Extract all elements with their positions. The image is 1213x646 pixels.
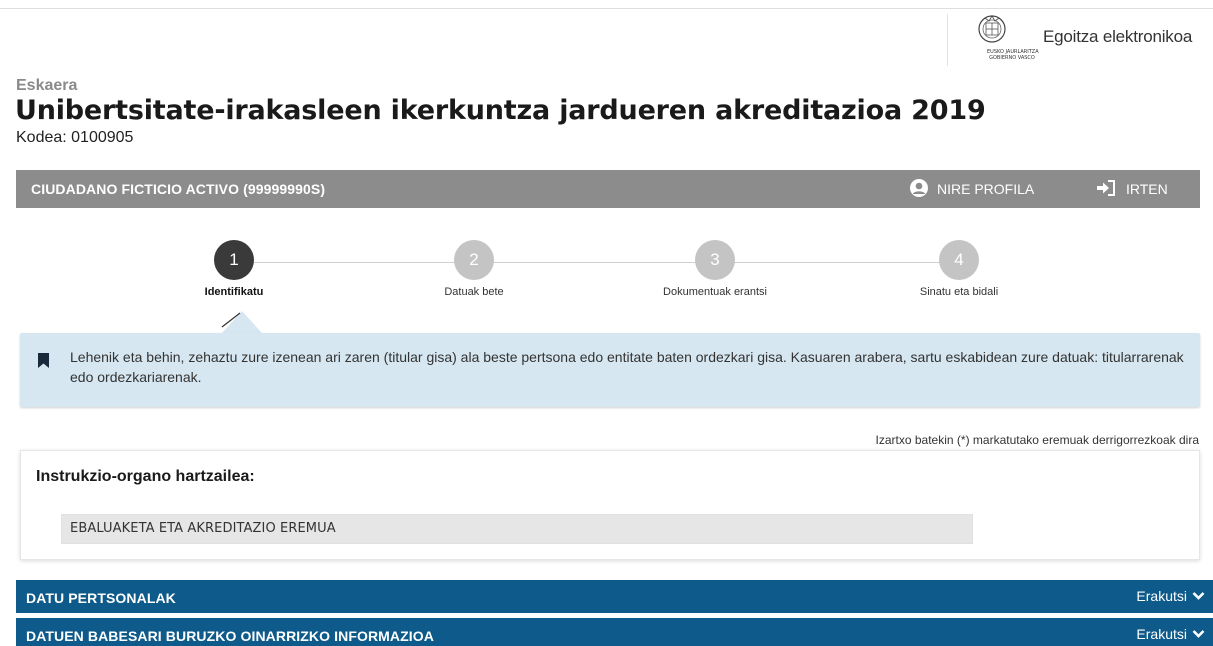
- chevron-down-icon: [1192, 626, 1205, 642]
- info-text: Lehenik eta behin, zehaztu zure izenean …: [70, 349, 1184, 385]
- step-label: Identifikatu: [204, 286, 264, 298]
- user-bar: CIUDADANO FICTICIO ACTIVO (99999990S) NI…: [16, 170, 1200, 208]
- site-title[interactable]: Egoitza elektronikoa: [1043, 27, 1192, 47]
- sign-in-arrow-icon: [1096, 179, 1116, 199]
- chevron-down-icon: [1192, 588, 1205, 604]
- instruction-organ-field: EBALUAKETA ETA AKREDITAZIO EREMUA: [61, 514, 973, 544]
- step-label: Sinatu eta bidali: [919, 286, 999, 298]
- page-title: Unibertsitate-irakasleen ikerkuntza jard…: [15, 95, 986, 126]
- logo-caption: EUSKO JAURLARITZA GOBIERNO VASCO: [987, 49, 1039, 61]
- profile-link[interactable]: NIRE PROFILA: [909, 176, 1034, 202]
- step-number: 4: [939, 240, 979, 280]
- step-number: 2: [454, 240, 494, 280]
- info-message: Lehenik eta behin, zehaztu zure izenean …: [20, 333, 1200, 407]
- toggle-label: Erakutsi: [1136, 626, 1187, 642]
- section-personal-data[interactable]: DATU PERTSONALAK Erakutsi: [16, 580, 1213, 613]
- step-1[interactable]: 1 Identifikatu: [154, 240, 314, 298]
- step-label: Datuak bete: [444, 286, 504, 298]
- step-number: 1: [214, 240, 254, 280]
- bookmark-icon: [38, 353, 49, 368]
- profile-label: NIRE PROFILA: [937, 181, 1035, 197]
- toggle-label: Erakutsi: [1136, 588, 1187, 604]
- top-divider: [0, 8, 1213, 9]
- step-label: Dokumentuak erantsi: [663, 286, 767, 298]
- section-title: DATU PERTSONALAK: [26, 590, 176, 606]
- section-data-protection[interactable]: DATUEN BABESARI BURUZKO OINARRIZKO INFOR…: [16, 618, 1213, 646]
- user-circle-icon: [909, 178, 929, 201]
- step-4[interactable]: 4 Sinatu eta bidali: [879, 240, 1039, 298]
- section-toggle[interactable]: Erakutsi: [1136, 626, 1205, 642]
- request-type-label: Eskaera: [16, 77, 78, 94]
- step-number: 3: [695, 240, 735, 280]
- stepper-line: [254, 262, 954, 263]
- step-2[interactable]: 2 Datuak bete: [394, 240, 554, 298]
- request-code: Kodea: 0100905: [16, 129, 134, 146]
- wizard-stepper: 1 Identifikatu 2 Datuak bete 3 Dokumentu…: [0, 240, 1213, 300]
- section-toggle[interactable]: Erakutsi: [1136, 588, 1205, 604]
- section-title: DATUEN BABESARI BURUZKO OINARRIZKO INFOR…: [26, 628, 434, 644]
- info-pointer-edge: [221, 312, 241, 328]
- logout-link[interactable]: IRTEN: [1096, 176, 1168, 202]
- logout-label: IRTEN: [1126, 181, 1168, 197]
- header-separator: [947, 14, 948, 66]
- government-logo-icon[interactable]: EUSKO JAURLARITZA GOBIERNO VASCO: [967, 14, 1039, 61]
- site-header: EUSKO JAURLARITZA GOBIERNO VASCO Egoitza…: [947, 10, 1213, 66]
- user-name: CIUDADANO FICTICIO ACTIVO (99999990S): [31, 181, 326, 197]
- step-3[interactable]: 3 Dokumentuak erantsi: [635, 240, 795, 298]
- instruction-organ-card: Instrukzio-organo hartzailea: EBALUAKETA…: [20, 450, 1200, 560]
- instruction-organ-label: Instrukzio-organo hartzailea:: [36, 468, 255, 485]
- required-fields-note: Izartxo batekin (*) markatutako eremuak …: [875, 433, 1199, 447]
